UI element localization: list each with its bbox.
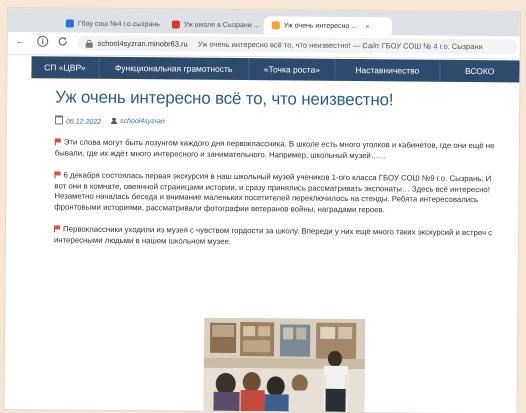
close-icon[interactable]: ×	[365, 22, 370, 31]
reload-icon[interactable]	[56, 35, 70, 49]
paragraph-text: Эти слова могут быть лозунгом каждого дн…	[54, 137, 495, 160]
paragraph-3: Первоклассники уходили из музея с чувств…	[54, 224, 504, 249]
arrow-left-icon[interactable]: ←	[14, 35, 28, 49]
tab-2[interactable]: Уж школе в Сызрани ...	[164, 15, 272, 34]
tab-1[interactable]: Гбоу сош №4 г.о.сызрань	[58, 14, 162, 33]
article: Уж очень интересно всё то, что неизвестн…	[54, 86, 505, 249]
browser-screenshot: Гбоу сош №4 г.о.сызрань Уж школе в Сызра…	[4, 8, 520, 413]
tab-3[interactable]: Уж очень интересно ... ×	[263, 16, 392, 36]
flag-icon	[55, 171, 61, 177]
address-toolbar: ← school4syzran.minobr63.ru Уж очень инт…	[7, 31, 520, 60]
nav-item-mentoring[interactable]: Наставничество	[335, 58, 441, 82]
paragraph-text: Первоклассники уходили из музея с чувств…	[53, 224, 493, 246]
tab-favicon	[171, 20, 180, 29]
lock-icon	[86, 39, 93, 47]
nav-item-cvr[interactable]: СП «ЦВР»	[31, 56, 100, 79]
article-meta: 06.12.2022 school4syzran	[54, 115, 505, 129]
address-bar[interactable]: school4syzran.minobr63.ru Уж очень интер…	[77, 35, 518, 55]
nav-item-tochka-rosta[interactable]: «Точка роста»	[249, 58, 336, 81]
flag-icon	[54, 225, 60, 231]
url-separator	[192, 40, 194, 49]
info-circle-icon[interactable]	[36, 35, 50, 49]
page-title-in-address: Уж очень интересно всё то, что неизвестн…	[197, 39, 483, 52]
url-domain: school4syzran.minobr63.ru	[97, 38, 188, 49]
article-author-wrap: school4syzran	[111, 117, 165, 124]
tab-label: Уж школе в Сызрани ...	[183, 21, 260, 29]
nav-item-functional-literacy[interactable]: Функциональная грамотность	[98, 56, 250, 81]
paragraph-1: Эти слова могут быть лозунгом каждого дн…	[55, 137, 505, 162]
paragraph-text: 6 декабря состоялась первая экскурсия в …	[54, 170, 492, 214]
paragraph-2: 6 декабря состоялась первая экскурсия в …	[54, 170, 504, 216]
article-date[interactable]: 06.12.2022	[66, 119, 101, 126]
article-title: Уж очень интересно всё то, что неизвестн…	[55, 87, 394, 110]
user-icon	[111, 117, 117, 123]
tab-label: Уж очень интересно ...	[283, 21, 358, 30]
tab-favicon	[271, 21, 280, 30]
tab-favicon	[65, 19, 74, 28]
calendar-icon	[54, 115, 64, 125]
site-nav: СП «ЦВР» Функциональная грамотность «Точ…	[31, 56, 520, 83]
article-author[interactable]: school4syzran	[120, 117, 165, 124]
nav-item-vsoko[interactable]: ВСОКО	[440, 60, 520, 83]
flag-icon	[55, 138, 61, 144]
tab-label: Гбоу сош №4 г.о.сызрань	[77, 20, 160, 28]
article-date-wrap: 06.12.2022	[54, 115, 101, 126]
museum-visit-photo[interactable]	[203, 317, 366, 413]
